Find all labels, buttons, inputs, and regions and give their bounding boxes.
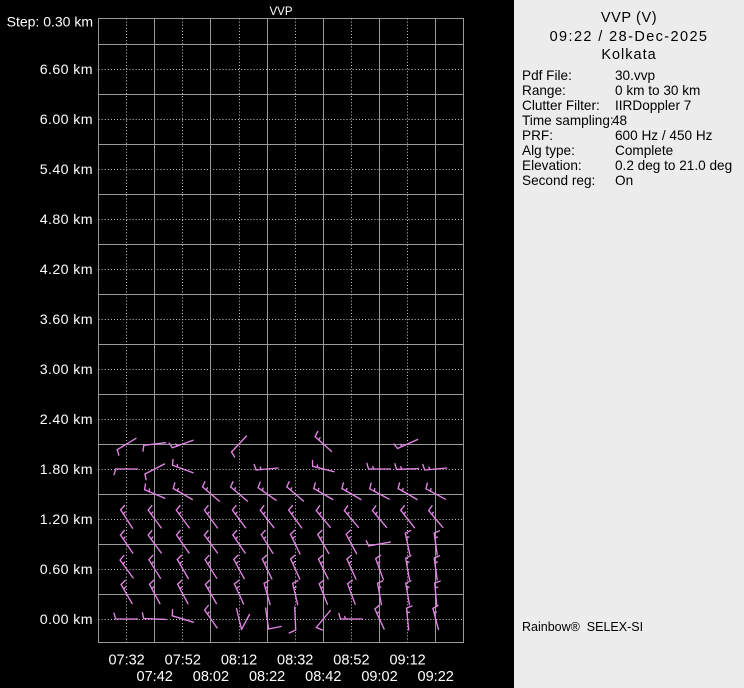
svg-text:07:32: 07:32 [108,653,144,669]
svg-text:09:02: 09:02 [361,669,397,685]
svg-text:0.00 km: 0.00 km [40,612,93,628]
svg-text:08:32: 08:32 [277,653,313,669]
svg-text:07:42: 07:42 [137,669,173,685]
svg-text:6.00 km: 6.00 km [40,112,93,128]
svg-text:09:12: 09:12 [389,653,425,669]
svg-text:08:02: 08:02 [193,669,229,685]
svg-text:08:12: 08:12 [221,653,257,669]
svg-text:3.60 km: 3.60 km [40,312,93,328]
svg-text:Step: 0.30 km: Step: 0.30 km [7,14,93,30]
svg-text:09:22: 09:22 [418,669,454,685]
svg-text:5.40 km: 5.40 km [40,162,93,178]
svg-text:07:52: 07:52 [165,653,201,669]
svg-text:1.80 km: 1.80 km [40,462,93,478]
svg-text:08:52: 08:52 [333,653,369,669]
svg-text:4.80 km: 4.80 km [40,212,93,228]
svg-text:4.20 km: 4.20 km [40,262,93,278]
svg-text:1.20 km: 1.20 km [40,512,93,528]
svg-text:0.60 km: 0.60 km [40,562,93,578]
svg-text:2.40 km: 2.40 km [40,412,93,428]
svg-text:08:22: 08:22 [249,669,285,685]
svg-text:08:42: 08:42 [305,669,341,685]
svg-text:VVP: VVP [269,6,292,18]
svg-text:6.60 km: 6.60 km [40,62,93,78]
svg-text:3.00 km: 3.00 km [40,362,93,378]
